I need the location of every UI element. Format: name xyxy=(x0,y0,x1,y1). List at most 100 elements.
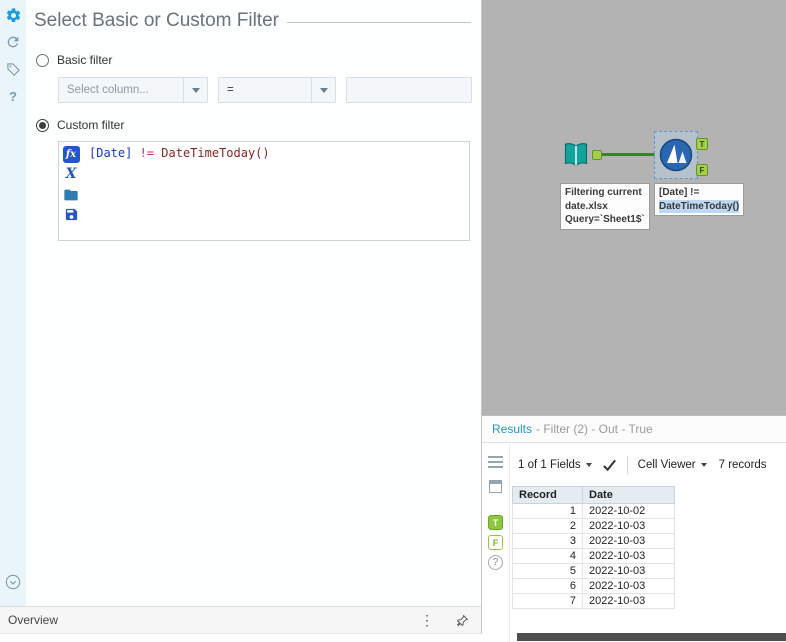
basic-filter-controls: Select column... = xyxy=(58,77,481,103)
book-icon xyxy=(564,143,588,167)
tag-icon[interactable] xyxy=(3,59,23,79)
chevron-down-icon[interactable] xyxy=(183,78,207,102)
list-icon[interactable] xyxy=(488,456,503,468)
custom-filter-radio[interactable]: Custom filter xyxy=(36,118,481,132)
date-cell[interactable]: 2022-10-03 xyxy=(582,563,675,579)
record-cell[interactable]: 2 xyxy=(512,518,583,534)
fields-dropdown-label: 1 of 1 Fields xyxy=(518,458,581,471)
record-cell[interactable]: 5 xyxy=(512,563,583,579)
expression-editor: fx X [Date] != DateTimeToday() xyxy=(58,141,470,241)
config-icon-strip: ? xyxy=(0,0,26,606)
results-title: Results xyxy=(492,422,533,436)
true-output-tab[interactable]: T xyxy=(488,515,503,530)
false-output-anchor[interactable]: F xyxy=(696,164,708,176)
columns-variables-icon[interactable]: X xyxy=(66,166,77,183)
toolbar-divider xyxy=(626,455,628,474)
alteryx-designer-window: ? Select Basic or Custom Filter Basic fi… xyxy=(0,0,786,642)
save-icon[interactable] xyxy=(63,206,80,223)
question-mark-glyph: ? xyxy=(9,88,17,104)
table-row: 3 2022-10-03 xyxy=(512,533,675,549)
expression-column-token: [Date] xyxy=(89,146,133,160)
table-row: 1 2022-10-02 xyxy=(512,503,675,519)
help-tab-label: ? xyxy=(492,557,499,568)
record-cell[interactable]: 7 xyxy=(512,593,583,609)
custom-filter-label: Custom filter xyxy=(57,118,125,132)
basic-filter-label: Basic filter xyxy=(57,53,113,67)
column-select-placeholder: Select column... xyxy=(67,84,149,96)
fx-glyph: fx xyxy=(65,149,77,160)
help-tab-icon[interactable]: ? xyxy=(488,555,503,570)
date-cell[interactable]: 2022-10-03 xyxy=(582,518,675,534)
record-cell[interactable]: 4 xyxy=(512,548,583,564)
functions-icon[interactable]: fx xyxy=(62,146,80,163)
false-output-tab[interactable]: F xyxy=(488,535,503,550)
grid-view-icon[interactable] xyxy=(489,480,502,493)
folder-icon[interactable] xyxy=(63,186,80,203)
refresh-icon[interactable] xyxy=(3,32,23,52)
connection-line[interactable] xyxy=(602,153,655,156)
overview-tab[interactable]: Overview xyxy=(8,613,58,627)
true-anchor-label: T xyxy=(699,139,705,149)
record-cell[interactable]: 6 xyxy=(512,578,583,594)
help-icon[interactable]: ? xyxy=(3,86,23,106)
radio-circle-selected[interactable] xyxy=(36,118,49,132)
title-row: Select Basic or Custom Filter xyxy=(34,10,471,32)
checkmark-icon[interactable] xyxy=(602,458,617,472)
column-header-date[interactable]: Date xyxy=(582,486,675,504)
output-anchor[interactable] xyxy=(592,150,602,160)
results-toolbar: 1 of 1 Fields Cell Viewer 7 records xyxy=(510,443,786,486)
true-tab-label: T xyxy=(492,517,499,528)
results-main: 1 of 1 Fields Cell Viewer 7 records Reco… xyxy=(510,443,786,642)
more-options-icon[interactable]: ⋮ xyxy=(420,613,434,627)
filter-configuration-panel: ? Select Basic or Custom Filter Basic fi… xyxy=(0,0,482,606)
expression-operator-token: != xyxy=(132,146,162,160)
chevron-down-icon xyxy=(700,462,707,467)
input-tool-annotation[interactable]: Filtering current date.xlsx Query=`Sheet… xyxy=(560,183,650,230)
filter-tool-annotation[interactable]: [Date] != DateTimeToday() xyxy=(654,183,745,216)
operator-select-value: = xyxy=(227,84,234,96)
cell-viewer-dropdown[interactable]: Cell Viewer xyxy=(638,459,707,471)
date-cell[interactable]: 2022-10-02 xyxy=(582,503,675,519)
results-table: Record Date 1 2022-10-02 2 2022-10-03 3 202… xyxy=(512,486,675,609)
date-cell[interactable]: 2022-10-03 xyxy=(582,593,675,609)
pin-icon[interactable] xyxy=(456,614,469,627)
results-subtitle: - Filter (2) - Out - True xyxy=(536,422,653,436)
results-icon-strip: T F ? xyxy=(482,443,510,642)
results-body: T F ? 1 of 1 Fields Cell Viewer 7 record… xyxy=(482,443,786,642)
collapse-panel-icon[interactable] xyxy=(3,572,23,592)
date-cell[interactable]: 2022-10-03 xyxy=(582,533,675,549)
annotation-line-1: [Date] != xyxy=(659,187,700,198)
table-row: 6 2022-10-03 xyxy=(512,578,675,594)
chevron-down-icon[interactable] xyxy=(311,78,335,102)
radio-circle-unselected[interactable] xyxy=(36,53,49,67)
true-output-anchor[interactable]: T xyxy=(696,138,708,150)
record-cell[interactable]: 1 xyxy=(512,503,583,519)
filter-value-input[interactable] xyxy=(346,77,472,103)
chevron-down-icon xyxy=(585,462,592,467)
record-cell[interactable]: 3 xyxy=(512,533,583,549)
column-header-record[interactable]: Record xyxy=(512,486,583,504)
table-row: 2 2022-10-03 xyxy=(512,518,675,534)
expression-function-token: DateTimeToday() xyxy=(161,146,270,160)
fields-dropdown[interactable]: 1 of 1 Fields xyxy=(518,459,592,471)
input-data-tool[interactable] xyxy=(560,139,592,171)
x-glyph: X xyxy=(65,166,77,182)
date-cell[interactable]: 2022-10-03 xyxy=(582,548,675,564)
config-body: Select Basic or Custom Filter Basic filt… xyxy=(26,0,481,606)
date-cell[interactable]: 2022-10-03 xyxy=(582,578,675,594)
false-tab-label: F xyxy=(492,537,499,548)
expression-text-area[interactable]: [Date] != DateTimeToday() xyxy=(83,142,469,240)
title-divider xyxy=(286,22,471,23)
results-header: Results - Filter (2) - Out - True xyxy=(482,416,786,443)
filter-tool-selected[interactable] xyxy=(654,131,698,179)
table-row: 5 2022-10-03 xyxy=(512,563,675,579)
table-row: 7 2022-10-03 xyxy=(512,593,675,609)
operator-select[interactable]: = xyxy=(218,77,336,103)
page-title: Select Basic or Custom Filter xyxy=(34,10,279,31)
basic-filter-radio[interactable]: Basic filter xyxy=(36,53,481,67)
workflow-canvas[interactable]: T F Filtering current date.xlsx Query=`S… xyxy=(482,0,786,415)
gear-icon[interactable] xyxy=(3,5,23,25)
horizontal-scrollbar[interactable] xyxy=(517,633,786,641)
column-select[interactable]: Select column... xyxy=(58,77,208,103)
results-panel: Results - Filter (2) - Out - True T F ? … xyxy=(482,415,786,642)
